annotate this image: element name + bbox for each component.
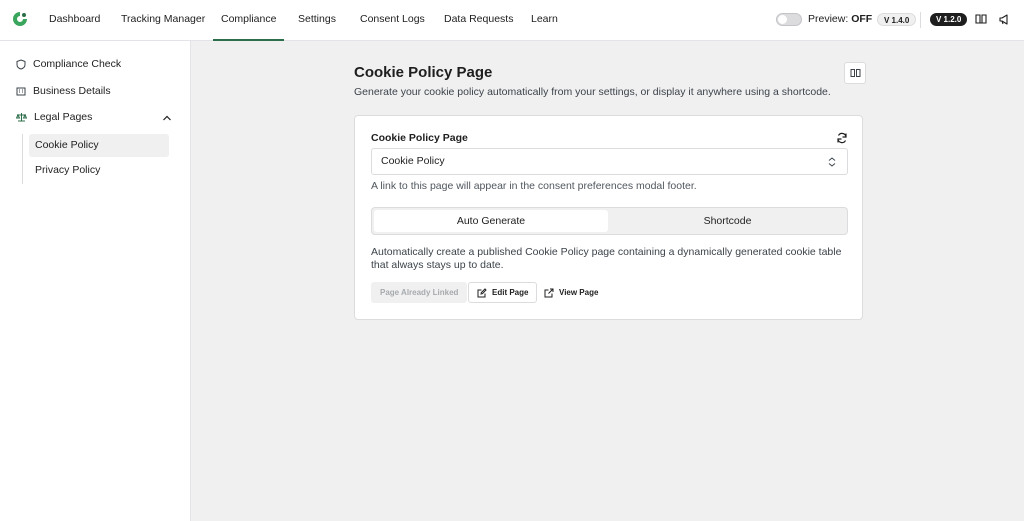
sidebar: Compliance Check Business Details Legal … <box>0 41 191 521</box>
preview-label: Preview: <box>808 13 849 25</box>
sidebar-item-label: Business Details <box>33 85 111 97</box>
cookie-policy-card: Cookie Policy Page Cookie Policy A link … <box>354 115 863 320</box>
sidebar-item-label: Compliance Check <box>33 58 122 70</box>
nav-data-requests[interactable]: Data Requests <box>444 0 513 41</box>
megaphone-icon[interactable] <box>999 13 1011 25</box>
view-page-button[interactable]: View Page <box>536 282 606 303</box>
nav-learn[interactable]: Learn <box>531 0 558 41</box>
select-value: Cookie Policy <box>381 155 445 167</box>
book-icon[interactable] <box>975 13 987 25</box>
preview-toggle[interactable] <box>776 13 802 26</box>
preview-status: Preview: OFF <box>808 13 872 25</box>
nav-consent-logs[interactable]: Consent Logs <box>360 0 425 41</box>
version-badge-2: V 1.2.0 <box>930 13 968 26</box>
sidebar-item-legal-pages[interactable]: Legal Pages <box>16 109 92 125</box>
nav-dashboard[interactable]: Dashboard <box>49 0 100 41</box>
sidebar-item-label: Legal Pages <box>34 111 93 123</box>
refresh-icon[interactable] <box>836 132 848 144</box>
button-label: View Page <box>559 288 599 297</box>
tab-description: Automatically create a published Cookie … <box>371 246 842 271</box>
scales-icon <box>16 113 27 122</box>
page-title: Cookie Policy Page <box>354 64 493 81</box>
tab-shortcode[interactable]: Shortcode <box>610 210 845 232</box>
docs-button[interactable] <box>844 62 866 84</box>
sidebar-item-business-details[interactable]: Business Details <box>16 83 111 99</box>
chevron-up-icon[interactable] <box>162 113 172 123</box>
help-text: A link to this page will appear in the c… <box>371 180 697 192</box>
sidebar-item-compliance-check[interactable]: Compliance Check <box>16 56 121 72</box>
cookie-policy-page-select[interactable]: Cookie Policy <box>371 148 848 175</box>
nav-compliance[interactable]: Compliance <box>213 0 285 41</box>
tab-auto-generate[interactable]: Auto Generate <box>374 210 608 232</box>
top-navigation-bar: Dashboard Tracking Manager Compliance Se… <box>0 0 1024 41</box>
nav-tracking-manager[interactable]: Tracking Manager <box>121 0 205 41</box>
building-icon <box>16 87 26 96</box>
toggle-knob <box>778 15 787 24</box>
shield-icon <box>16 58 26 70</box>
version-badge-1: V 1.4.0 <box>877 13 917 26</box>
button-label: Edit Page <box>492 288 529 297</box>
external-link-icon <box>544 288 554 297</box>
nav-settings[interactable]: Settings <box>298 0 336 41</box>
edit-icon <box>477 287 487 297</box>
divider <box>920 12 921 28</box>
book-icon <box>850 69 860 77</box>
submenu-guide-line <box>22 134 23 184</box>
mode-tabs: Auto Generate Shortcode <box>371 207 848 235</box>
edit-page-button[interactable]: Edit Page <box>468 282 538 303</box>
sidebar-item-cookie-policy[interactable]: Cookie Policy <box>29 134 169 157</box>
page-already-linked-button[interactable]: Page Already Linked <box>371 282 468 303</box>
field-label: Cookie Policy Page <box>371 132 468 144</box>
preview-state: OFF <box>851 13 873 25</box>
page-subtitle: Generate your cookie policy automaticall… <box>354 86 831 98</box>
logo-icon[interactable] <box>12 11 28 27</box>
button-label: Page Already Linked <box>380 288 459 297</box>
chevron-updown-icon <box>828 157 836 167</box>
sidebar-item-privacy-policy[interactable]: Privacy Policy <box>29 159 169 182</box>
